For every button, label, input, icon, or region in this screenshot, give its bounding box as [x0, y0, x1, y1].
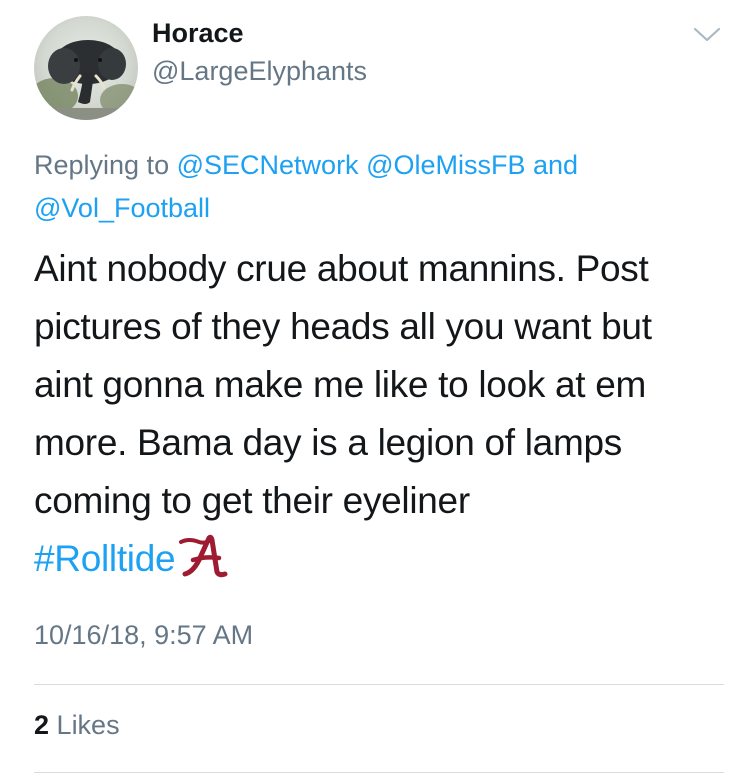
likes-label: Likes — [56, 710, 120, 740]
likes-count-link[interactable]: 2 Likes — [34, 710, 120, 741]
tweet-text-line: Aint nobody crue about mannins. Post — [34, 248, 649, 289]
hashtag-rolltide[interactable]: #Rolltide — [34, 538, 176, 579]
tweet-text-line: aint gonna make me like to look at em — [34, 364, 647, 405]
replying-to-prefix: Replying to — [34, 150, 170, 180]
author-handle[interactable]: @LargeElyphants — [152, 56, 367, 87]
mention-vol-football[interactable]: @Vol_Football — [34, 193, 210, 223]
avatar[interactable] — [34, 16, 138, 120]
replying-conjunction: and — [533, 150, 579, 180]
tweet-text-line: pictures of they heads all you want but — [34, 306, 652, 347]
tweet-timestamp: 10/16/18, 9:57 AM — [34, 620, 254, 650]
tweet-menu-button[interactable] — [692, 24, 722, 44]
tweet-text: Aint nobody crue about mannins. Post pic… — [34, 240, 724, 588]
replying-to-line: Replying to @SECNetwork @OleMissFB and @… — [34, 144, 714, 230]
hashtag-line: #Rolltide — [34, 530, 724, 588]
likes-count: 2 — [34, 710, 50, 740]
divider — [34, 772, 724, 773]
chevron-down-icon — [693, 27, 721, 42]
elephant-photo-icon — [34, 40, 138, 120]
author-display-name[interactable]: Horace — [152, 18, 244, 49]
mention-secnetwork[interactable]: @SECNetwork — [177, 150, 359, 180]
tweet-text-line: coming to get their eyeliner — [34, 480, 470, 521]
mention-olemissfb[interactable]: @OleMissFB — [366, 150, 525, 180]
tweet-text-line: more. Bama day is a legion of lamps — [34, 422, 622, 463]
alabama-script-a-icon — [179, 534, 229, 580]
divider — [34, 684, 724, 685]
